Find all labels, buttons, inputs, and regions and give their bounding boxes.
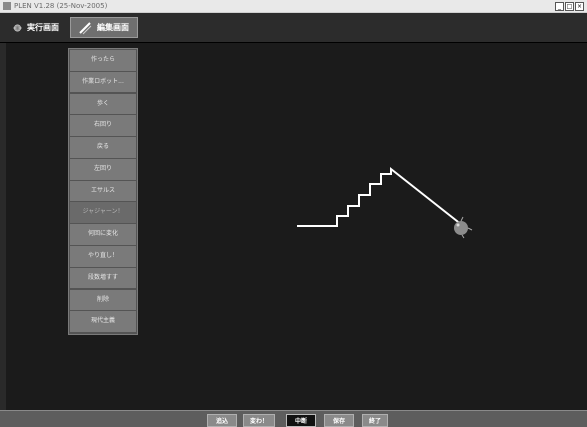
command-item[interactable]: 左回り [70, 158, 136, 180]
bottom-button[interactable]: 中断 [286, 414, 316, 427]
app-icon [3, 2, 11, 10]
command-item[interactable]: 段数増すす [70, 267, 136, 289]
command-item[interactable]: 歩く [70, 93, 136, 115]
bottom-button[interactable]: 終了 [362, 414, 388, 427]
command-item[interactable]: エサルス [70, 180, 136, 202]
mode-toolbar: 実行画面 編集画面 [0, 13, 587, 43]
command-item[interactable]: やり直し！ [70, 246, 136, 267]
maximize-button[interactable]: □ [565, 2, 574, 11]
window-controls: _ □ × [555, 2, 584, 11]
command-menu: 作ったら 作業ロボット... 歩く 右回り 戻る 左回り エサルス ジャジャーン！ 何回に変化や… [68, 48, 138, 336]
command-item[interactable]: 削除 [70, 289, 136, 311]
edit-mode-label: 編集画面 [97, 23, 129, 32]
command-item[interactable]: 戻る [70, 137, 136, 158]
run-mode-button[interactable]: 実行画面 [6, 17, 66, 38]
bottom-button[interactable]: 保存 [324, 414, 354, 427]
window-title: PLEN V1.28 (25-Nov-2005) [14, 2, 108, 10]
close-button[interactable]: × [575, 2, 584, 11]
minimize-button[interactable]: _ [555, 2, 564, 11]
window-title-bar: PLEN V1.28 (25-Nov-2005) _ □ × [0, 0, 587, 13]
command-item[interactable]: 右回り [70, 115, 136, 136]
robot-path-line [297, 166, 463, 227]
edit-mode-button[interactable]: 編集画面 [70, 17, 138, 38]
bottom-button[interactable]: 追込 [207, 414, 237, 427]
command-item[interactable]: 作ったら [70, 50, 136, 71]
robot-icon [13, 23, 22, 32]
run-mode-label: 実行画面 [27, 23, 59, 32]
command-item[interactable]: 何回に変化 [70, 224, 136, 245]
bottom-button[interactable]: 変わ！ [243, 414, 275, 427]
command-item[interactable]: ジャジャーン！ [70, 202, 136, 224]
command-item[interactable]: 作業ロボット... [70, 71, 136, 93]
pencil-icon [79, 21, 92, 34]
command-item[interactable]: 現代主義 [70, 311, 136, 332]
bottom-bar: 追込 変わ！ 中断 保存 終了 [0, 410, 587, 427]
